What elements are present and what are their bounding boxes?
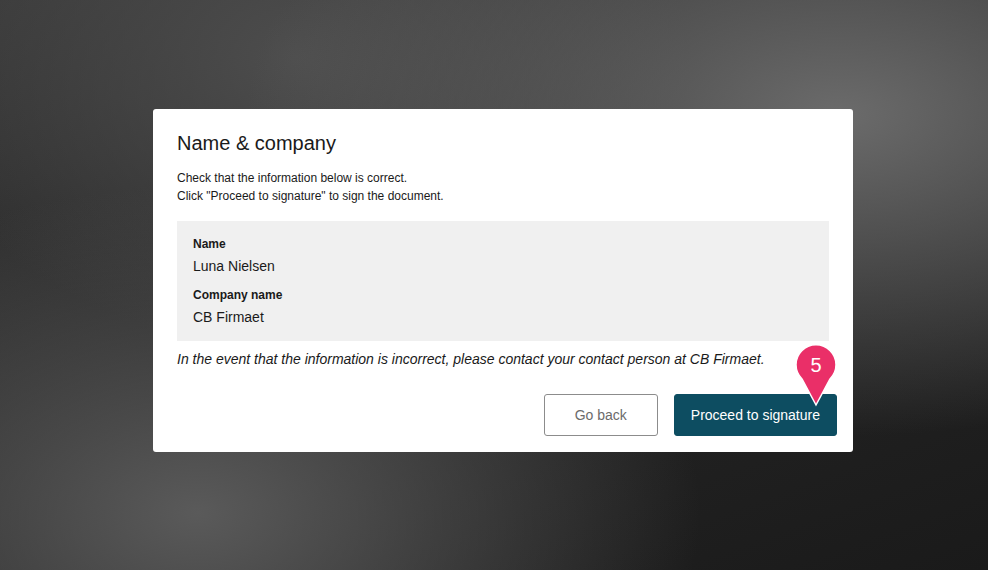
name-company-dialog: Name & company Check that the information…	[153, 109, 853, 452]
background-photo: Name & company Check that the information…	[0, 0, 988, 570]
info-field: Name Luna Nielsen	[193, 237, 813, 276]
instruction-text: Check that the information below is corr…	[177, 169, 837, 187]
note-text: In the event that the information is inc…	[177, 349, 837, 369]
step-marker: 5	[796, 345, 836, 407]
field-label: Company name	[193, 288, 813, 303]
info-field: Company name CB Firmaet	[193, 288, 813, 327]
info-box: Name Luna Nielsen Company name CB Firmaet	[177, 221, 829, 341]
marker-label: 5	[796, 345, 836, 385]
field-label: Name	[193, 237, 813, 252]
instruction-text: Click "Proceed to signature" to sign the…	[177, 187, 837, 205]
proceed-button[interactable]: Proceed to signature	[674, 394, 837, 436]
go-back-button[interactable]: Go back	[544, 394, 658, 436]
button-bar: Go back Proceed to signature	[177, 394, 837, 436]
field-value: Luna Nielsen	[193, 256, 813, 276]
field-value: CB Firmaet	[193, 307, 813, 327]
dialog-title: Name & company	[177, 131, 837, 155]
